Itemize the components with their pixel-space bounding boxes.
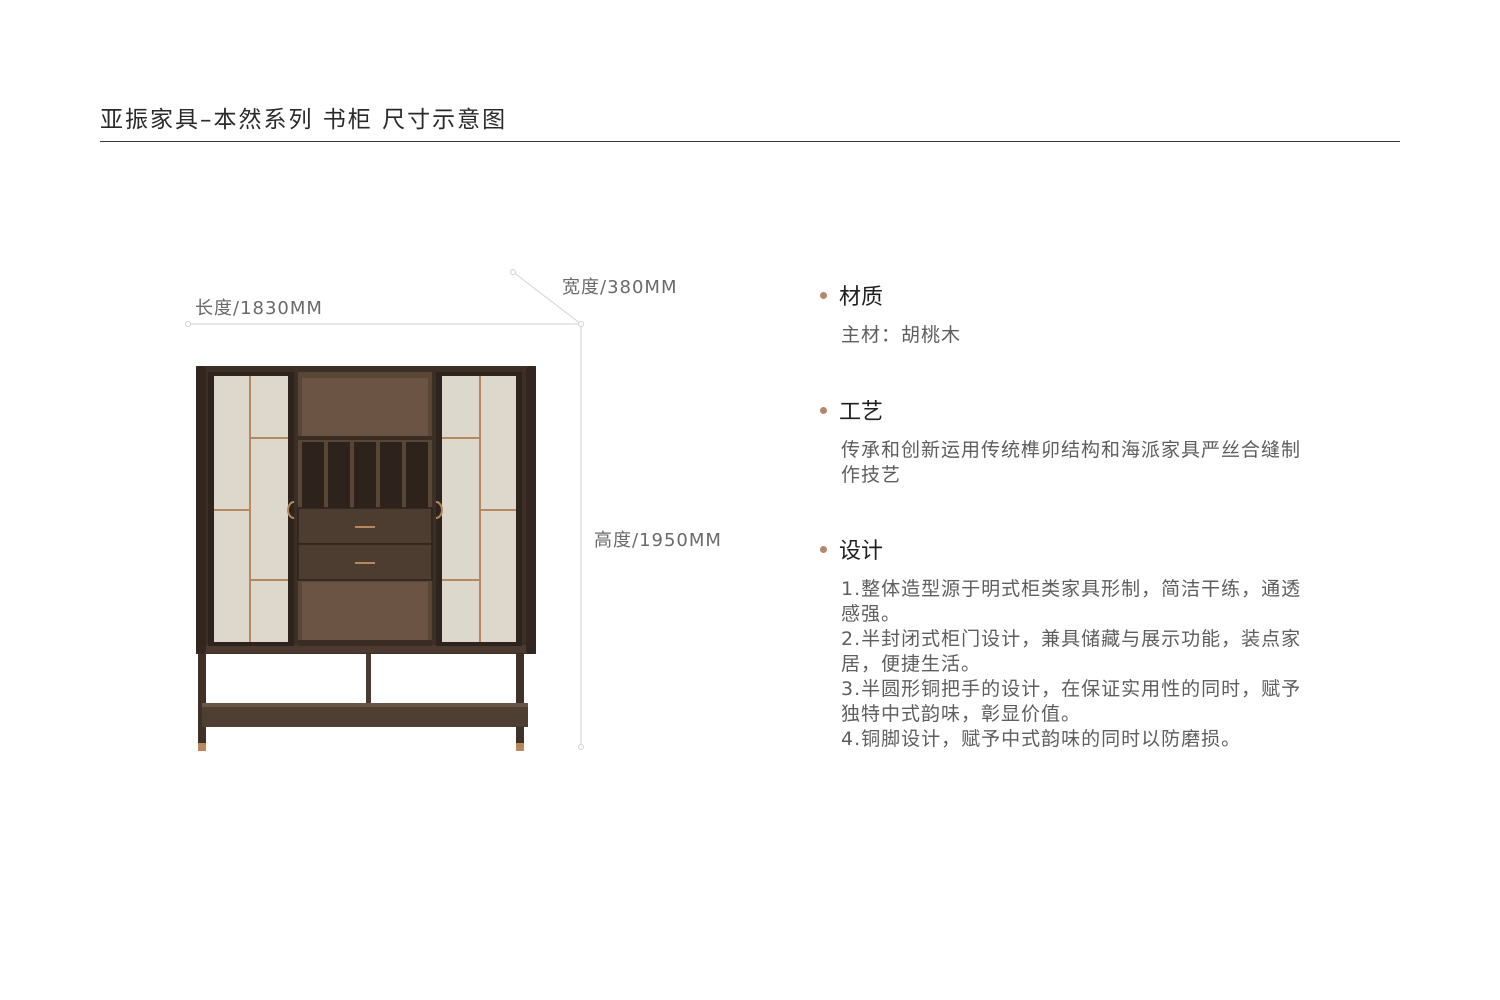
length-label: 长度/1830MM xyxy=(195,298,323,319)
header-divider xyxy=(100,141,1400,142)
craft-line: 作技艺 xyxy=(841,464,902,486)
design-line: 3.半圆形铜把手的设计，在保证实用性的同时，赋予 xyxy=(841,678,1302,700)
design-line: 独特中式韵味，彰显价值。 xyxy=(841,703,1082,725)
craft-heading: 工艺 xyxy=(820,394,1380,426)
brass-foot xyxy=(516,743,524,751)
guide-endpoint xyxy=(578,744,584,750)
material-body: 主材：胡桃木 xyxy=(841,323,1380,348)
material-section: 材质 主材：胡桃木 xyxy=(820,279,1380,348)
material-heading: 材质 xyxy=(820,279,1380,311)
bullet-dot-icon xyxy=(820,406,827,414)
material-heading-label: 材质 xyxy=(839,285,884,310)
design-line: 感强。 xyxy=(841,603,902,625)
brass-foot xyxy=(198,743,206,751)
drawer-handle xyxy=(355,562,375,564)
design-body: 1.整体造型源于明式柜类家具形制，简洁干练，通透 感强。 2.半封闭式柜门设计，… xyxy=(841,577,1380,752)
bullet-dot-icon xyxy=(820,545,827,553)
right-door xyxy=(435,372,522,646)
design-heading-label: 设计 xyxy=(839,539,884,564)
guide-endpoint xyxy=(510,269,516,275)
bullet-dot-icon xyxy=(820,291,827,299)
craft-heading-label: 工艺 xyxy=(839,400,884,425)
design-line: 4.铜脚设计，赋予中式韵味的同时以防磨损。 xyxy=(841,728,1242,750)
material-line: 主材：胡桃木 xyxy=(841,324,962,346)
bookcase-illustration xyxy=(196,366,536,751)
drawer-handle xyxy=(355,526,375,528)
craft-body: 传承和创新运用传统榫卯结构和海派家具严丝合缝制 作技艺 xyxy=(841,438,1380,488)
left-door xyxy=(208,372,295,646)
height-label: 高度/1950MM xyxy=(594,530,722,551)
design-line: 1.整体造型源于明式柜类家具形制，简洁干练，通透 xyxy=(841,578,1302,600)
design-line: 居，便捷生活。 xyxy=(841,653,982,675)
design-line: 2.半封闭式柜门设计，兼具储藏与展示功能，装点家 xyxy=(841,628,1302,650)
page-title: 亚振家具–本然系列 书柜 尺寸示意图 xyxy=(100,107,508,133)
design-section: 设计 1.整体造型源于明式柜类家具形制，简洁干练，通透 感强。 2.半封闭式柜门… xyxy=(820,533,1380,752)
width-label: 宽度/380MM xyxy=(562,277,678,298)
center-shelves xyxy=(297,372,433,646)
craft-section: 工艺 传承和创新运用传统榫卯结构和海派家具严丝合缝制 作技艺 xyxy=(820,394,1380,488)
craft-line: 传承和创新运用传统榫卯结构和海派家具严丝合缝制 xyxy=(841,439,1302,461)
guide-endpoint xyxy=(185,321,191,327)
guide-endpoint xyxy=(578,321,584,327)
design-heading: 设计 xyxy=(820,533,1380,565)
